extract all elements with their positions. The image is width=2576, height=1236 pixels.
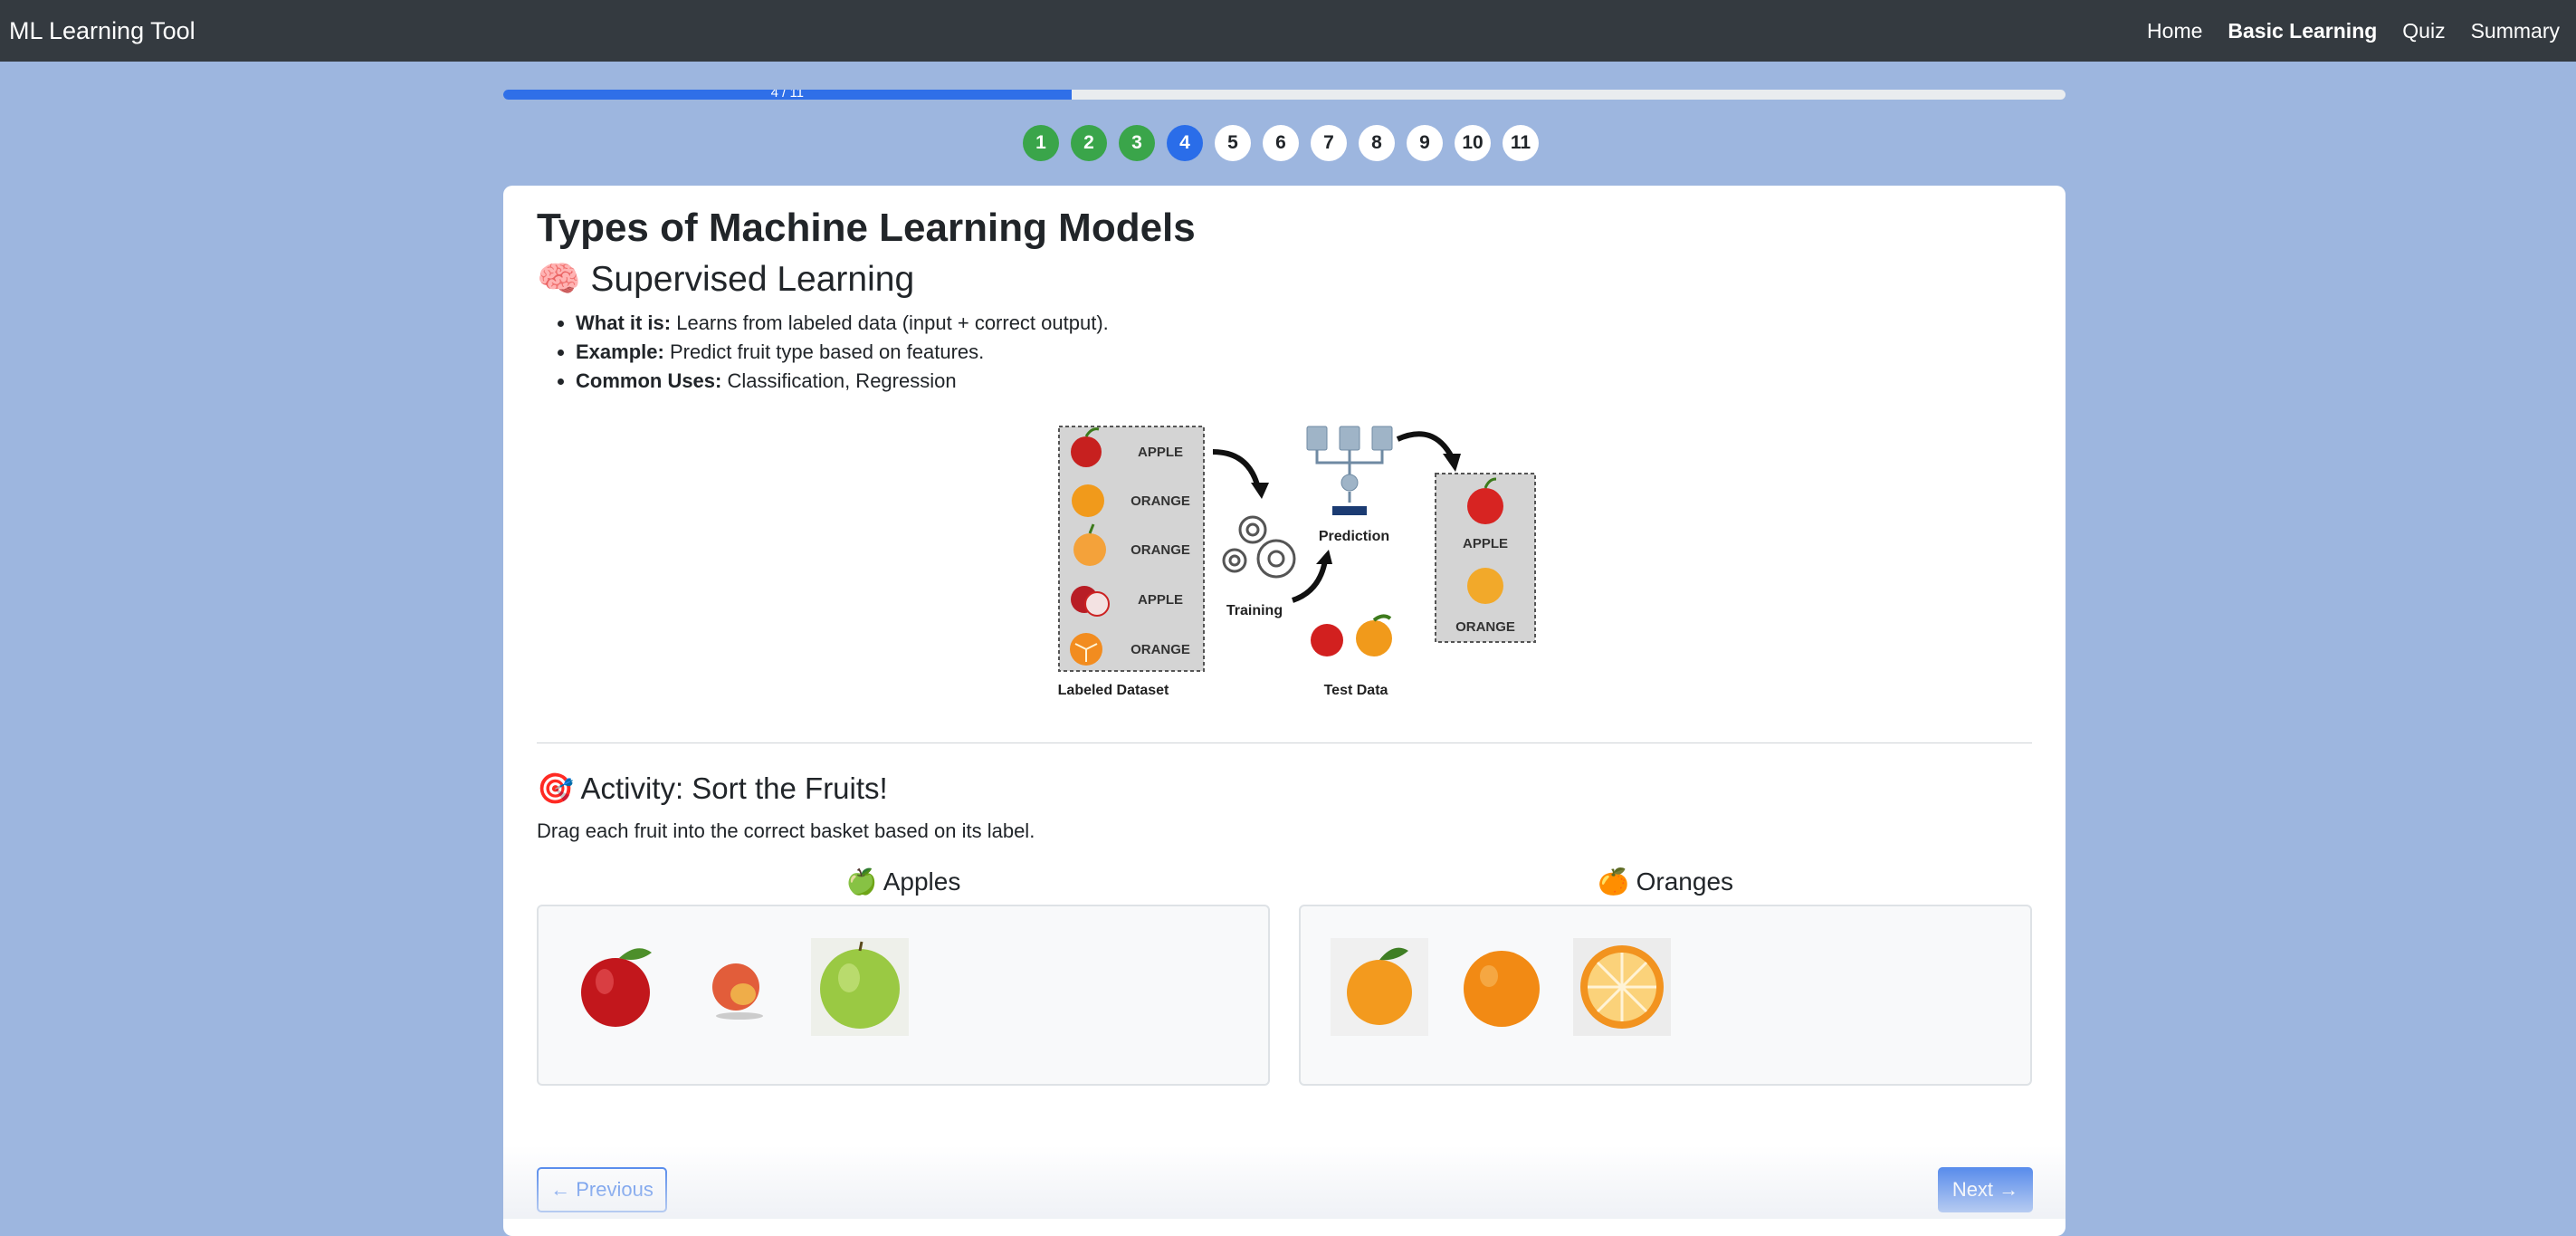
target-icon: 🎯 [537, 771, 575, 805]
dataset-label: ORANGE [1131, 542, 1190, 558]
previous-button[interactable]: ← Previous [537, 1167, 667, 1212]
dataset-label: ORANGE [1131, 642, 1190, 657]
step-9[interactable]: 9 [1407, 125, 1443, 161]
bullet-label: What it is: [576, 311, 672, 334]
bullet-text: Classification, Regression [721, 369, 957, 392]
arrow-head-icon [1316, 550, 1332, 564]
output-orange-icon [1467, 568, 1503, 604]
dataset-label: APPLE [1138, 592, 1183, 608]
orange-with-leaf-icon[interactable] [1331, 938, 1428, 1036]
oranges-basket-title: 🍊 Oranges [1299, 867, 2032, 896]
list-item: Common Uses: Classification, Regression [576, 367, 1109, 396]
test-orange-icon [1356, 614, 1392, 656]
whole-orange-icon[interactable] [1453, 938, 1550, 1036]
apples-basket-title: 🍏 Apples [537, 867, 1270, 896]
page-title: Types of Machine Learning Models [537, 206, 1196, 250]
dataset-label: ORANGE [1131, 493, 1190, 509]
dataset-orange-icon [1072, 484, 1104, 517]
arrow-head-icon [1251, 483, 1269, 499]
green-apple-icon[interactable] [811, 938, 909, 1036]
activity-title-text: Activity: Sort the Fruits! [580, 771, 888, 805]
oranges-basket-label: Oranges [1636, 867, 1734, 896]
nav-link-summary[interactable]: Summary [2471, 19, 2560, 43]
step-4[interactable]: 4 [1167, 125, 1203, 161]
nav-link-quiz[interactable]: Quiz [2402, 19, 2445, 43]
apples-basket[interactable] [537, 905, 1270, 1086]
test-apple-icon [1311, 624, 1343, 656]
progress-text: 4 / 11 [770, 90, 805, 100]
progress-fill: 4 / 11 [503, 90, 1072, 100]
step-7[interactable]: 7 [1311, 125, 1347, 161]
step-10[interactable]: 10 [1455, 125, 1491, 161]
apples-basket-label: Apples [883, 867, 961, 896]
orange-icon: 🍊 [1597, 867, 1629, 896]
step-1[interactable]: 1 [1023, 125, 1059, 161]
step-11[interactable]: 11 [1503, 125, 1539, 161]
arrow-icon [1291, 560, 1328, 603]
list-item: What it is: Learns from labeled data (in… [576, 309, 1109, 338]
bullet-text: Learns from labeled data (input + correc… [671, 311, 1109, 334]
model-flow-icon [1306, 426, 1393, 515]
prediction-label: Prediction [1319, 529, 1389, 544]
step-6[interactable]: 6 [1263, 125, 1299, 161]
orange-slice-icon[interactable] [1573, 938, 1671, 1036]
definition-list: What it is: Learns from labeled data (in… [537, 309, 1109, 396]
red-apple-icon[interactable] [568, 938, 666, 1036]
nav-link-home[interactable]: Home [2147, 19, 2202, 43]
step-5[interactable]: 5 [1215, 125, 1251, 161]
green-apple-icon: 🍏 [845, 867, 878, 896]
section-title-text: Supervised Learning [590, 260, 915, 299]
step-2[interactable]: 2 [1071, 125, 1107, 161]
section-title: 🧠 Supervised Learning [537, 258, 914, 300]
output-label: APPLE [1463, 536, 1508, 551]
brain-icon: 🧠 [537, 260, 581, 299]
bullet-label: Common Uses: [576, 369, 722, 392]
arrow-head-icon [1443, 454, 1461, 472]
gala-apple-icon[interactable] [689, 938, 787, 1036]
step-3[interactable]: 3 [1119, 125, 1155, 161]
progress-bar: 4 / 11 [503, 90, 2066, 100]
navbar: ML Learning Tool Home Basic Learning Qui… [0, 0, 2576, 62]
gears-icon [1222, 515, 1296, 579]
activity-title: 🎯 Activity: Sort the Fruits! [537, 771, 888, 807]
test-data-label: Test Data [1324, 683, 1388, 698]
output-label: ORANGE [1455, 619, 1515, 635]
step-indicators: 1 2 3 4 5 6 7 8 9 10 11 [1023, 125, 1539, 161]
dataset-caption: Labeled Dataset [1058, 683, 1169, 698]
brand[interactable]: ML Learning Tool [9, 17, 196, 45]
step-8[interactable]: 8 [1359, 125, 1395, 161]
next-button[interactable]: Next → [1938, 1167, 2033, 1212]
list-item: Example: Predict fruit type based on fea… [576, 338, 1109, 367]
training-label: Training [1226, 603, 1283, 618]
supervised-learning-diagram: APPLE ORANGE ORANGE APPLE ORANGE Labeled… [1058, 426, 1536, 698]
activity-description: Drag each fruit into the correct basket … [537, 819, 1035, 842]
dataset-orange-icon [1070, 633, 1102, 666]
dataset-label: APPLE [1138, 445, 1183, 460]
nav-link-basic-learning[interactable]: Basic Learning [2228, 19, 2377, 43]
bullet-text: Predict fruit type based on features. [663, 340, 985, 363]
nav-links: Home Basic Learning Quiz Summary [2147, 19, 2567, 43]
lesson-card: Types of Machine Learning Models 🧠 Super… [503, 186, 2066, 1236]
bullet-label: Example: [576, 340, 664, 363]
oranges-basket[interactable] [1299, 905, 2032, 1086]
